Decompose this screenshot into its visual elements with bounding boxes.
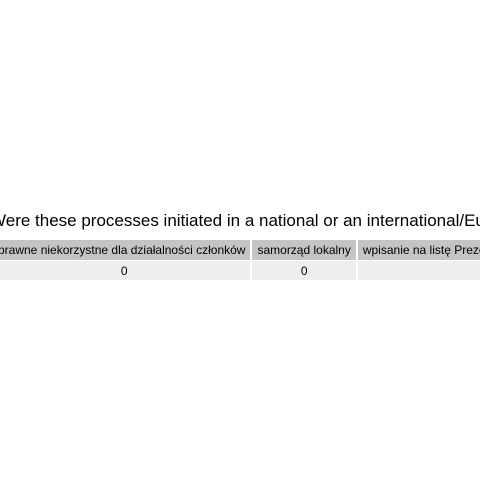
data-table: prawne niekorzystne dla działalności czł… <box>0 240 480 280</box>
table-cell: 0 <box>0 260 253 280</box>
column-header: prawne niekorzystne dla działalności czł… <box>0 240 253 260</box>
column-header: samorząd lokalny <box>252 240 358 260</box>
table-row: 0 0 <box>0 260 480 280</box>
page: Were these processes initiated in a nati… <box>0 0 480 480</box>
table-header-row: prawne niekorzystne dla działalności czł… <box>0 240 480 260</box>
table-cell <box>357 260 480 280</box>
column-header: wpisanie na listę Prezesa <box>357 240 480 260</box>
page-title: Were these processes initiated in a nati… <box>0 211 480 230</box>
table-cell: 0 <box>252 260 358 280</box>
